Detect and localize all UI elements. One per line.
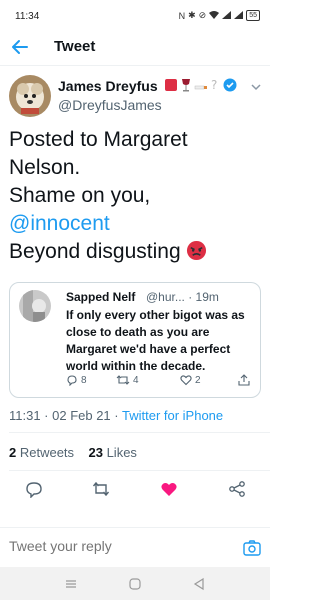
author-name[interactable]: James Dreyfus xyxy=(58,78,158,94)
wifi-icon xyxy=(209,10,220,21)
tweet-source-link[interactable]: Twitter for iPhone xyxy=(122,408,223,423)
quoted-author-handle: @hur... · 19m xyxy=(146,290,219,304)
tweet-action-bar xyxy=(0,472,270,508)
quoted-like-count: 2 xyxy=(195,374,201,386)
cigarette-emoji xyxy=(194,85,207,90)
signal-icon xyxy=(234,10,244,21)
status-icons: N ✱ ⊘ 55 xyxy=(179,10,260,21)
quoted-author-avatar xyxy=(19,290,51,322)
tweet-text-line: Nelson. xyxy=(9,156,81,179)
quoted-like-button[interactable]: 2 xyxy=(180,374,201,386)
heart-icon xyxy=(180,375,192,386)
quoted-reply-button[interactable]: 8 xyxy=(66,374,87,386)
quoted-retweet-count: 4 xyxy=(133,374,139,386)
share-icon[interactable] xyxy=(228,480,246,498)
quoted-retweet-button[interactable]: 4 xyxy=(116,374,139,386)
reply-input[interactable] xyxy=(9,538,209,554)
likes-stat[interactable]: 23 Likes xyxy=(89,445,137,460)
retweet-icon[interactable] xyxy=(92,480,110,498)
reply-bar xyxy=(0,527,270,567)
reply-icon[interactable] xyxy=(25,480,43,498)
author-name-emojis: ? xyxy=(164,78,237,92)
page-title: Tweet xyxy=(54,38,96,55)
back-icon[interactable] xyxy=(192,577,206,591)
signal-icon xyxy=(222,10,232,21)
status-bar: 11:34 N ✱ ⊘ 55 xyxy=(0,0,270,28)
tweet-text-line: Shame on you, xyxy=(9,184,151,207)
divider xyxy=(9,470,270,471)
status-time: 11:34 xyxy=(15,11,40,22)
bluetooth-icon: ✱ xyxy=(188,10,196,20)
share-icon xyxy=(238,374,250,386)
chevron-down-icon[interactable] xyxy=(250,82,262,92)
verified-badge-icon xyxy=(223,78,237,92)
divider xyxy=(9,432,270,433)
quoted-share-button[interactable] xyxy=(238,374,250,386)
reply-icon xyxy=(67,375,77,386)
heart-icon[interactable] xyxy=(160,480,178,498)
angry-face-emoji xyxy=(187,240,207,261)
nfc-icon: N xyxy=(178,10,186,21)
quoted-tweet-card[interactable]: Sapped Nelf @hur... · 19m If only every … xyxy=(9,282,261,398)
back-arrow-icon[interactable] xyxy=(10,37,30,57)
camera-icon[interactable] xyxy=(243,540,261,556)
tweet-stats: 2 Retweets 23 Likes xyxy=(9,445,137,460)
quoted-tweet-text: If only every other bigot was as close t… xyxy=(66,308,245,373)
author-handle[interactable]: @DreyfusJames xyxy=(58,97,162,113)
tweet-timestamp: 11:31 · 02 Feb 21 · Twitter for iPhone xyxy=(9,408,224,423)
retweet-icon xyxy=(116,375,130,385)
app-bar: Tweet xyxy=(0,28,270,66)
system-nav-bar xyxy=(0,567,270,600)
retweets-stat[interactable]: 2 Retweets xyxy=(9,445,74,460)
battery-icon: 55 xyxy=(246,10,260,21)
tweet-text: Posted to Margaret Nelson. Shame on you,… xyxy=(9,126,264,266)
recent-apps-icon[interactable] xyxy=(64,577,78,591)
quoted-author-name: Sapped Nelf xyxy=(66,290,136,304)
tweet-text-line: Beyond disgusting xyxy=(9,240,181,263)
tweet-text-line: Posted to Margaret xyxy=(9,128,188,151)
quoted-reply-count: 8 xyxy=(81,374,87,386)
svg-text:?: ? xyxy=(211,78,217,92)
mute-icon: ⊘ xyxy=(198,10,207,20)
wine-glass-emoji xyxy=(182,79,190,92)
author-avatar[interactable] xyxy=(9,75,51,117)
question-mark-emoji: ? xyxy=(211,78,217,92)
red-square-emoji xyxy=(165,79,177,91)
mention-link[interactable]: @innocent xyxy=(9,212,110,235)
home-icon[interactable] xyxy=(128,577,142,591)
quoted-tweet-actions: 8 4 2 xyxy=(66,374,256,390)
